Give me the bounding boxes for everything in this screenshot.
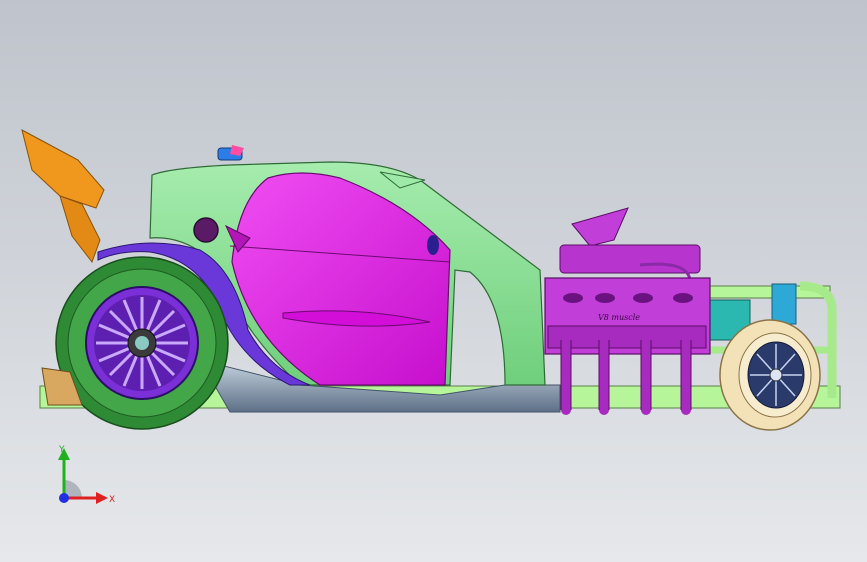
car-3d-model[interactable]: V8 muscle — [0, 0, 867, 562]
view-orientation-triad: Y X — [58, 445, 115, 505]
rear-spoiler — [21, 129, 105, 264]
engine-block: V8 muscle — [544, 207, 711, 415]
front-wheel — [719, 319, 821, 431]
y-axis-label: Y — [58, 445, 65, 455]
engine-plate-label: V8 muscle — [598, 313, 640, 322]
side-mirror — [427, 235, 439, 255]
spoiler-wing — [21, 129, 105, 209]
graphics-viewport[interactable]: V8 muscle Y X — [0, 0, 867, 562]
fuel-cap — [193, 217, 219, 243]
z-axis-dot — [59, 493, 69, 503]
x-axis-label: X — [109, 495, 115, 505]
